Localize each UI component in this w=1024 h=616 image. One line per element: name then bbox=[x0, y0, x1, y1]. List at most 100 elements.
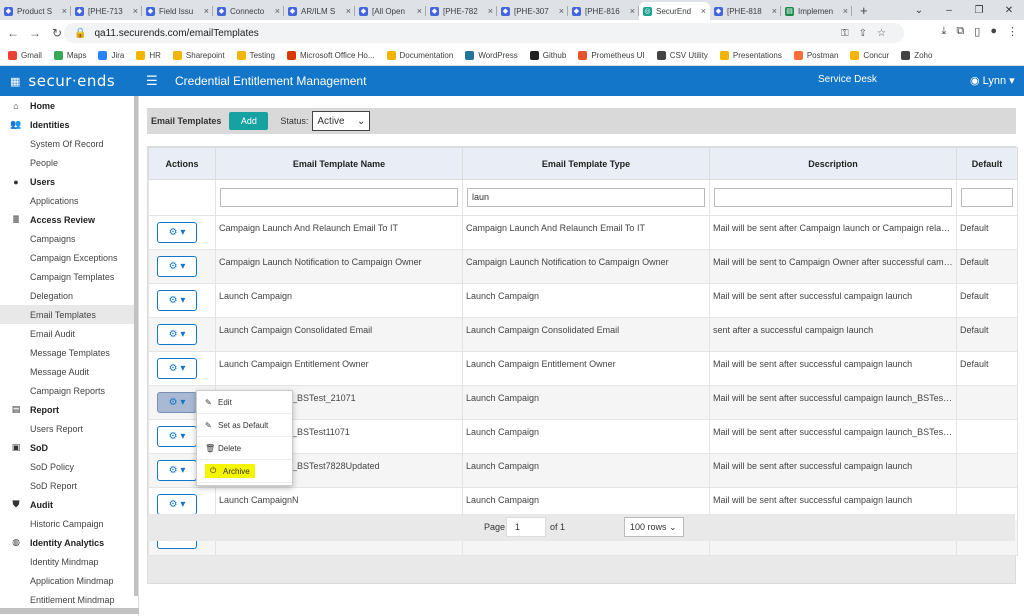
col-template-name[interactable]: Email Template Name bbox=[215, 147, 463, 180]
menu-item-delete[interactable]: 🗑 Delete bbox=[197, 437, 292, 460]
browser-tab[interactable]: ◆ Field Issu × bbox=[142, 2, 213, 20]
row-actions-button[interactable]: ⚙ ▾ bbox=[157, 494, 197, 515]
address-bar[interactable]: 🔒 qa11.securends.com/emailTemplates ⚿⇪☆ bbox=[64, 23, 904, 43]
col-template-type[interactable]: Email Template Type bbox=[462, 147, 710, 180]
bookmark-item[interactable]: Gmail bbox=[8, 51, 42, 60]
key-icon[interactable]: ⚿ bbox=[841, 28, 859, 39]
row-actions-button[interactable]: ⚙ ▾ bbox=[157, 222, 197, 243]
sidebar-item-identity-analytics[interactable]: ◍ Identity Analytics bbox=[0, 533, 138, 552]
bookmark-item[interactable]: Presentations bbox=[719, 51, 782, 60]
browser-tab[interactable]: ◆ [PHE-816 × bbox=[568, 2, 639, 20]
bookmark-item[interactable]: HR bbox=[136, 51, 161, 60]
close-tab-icon[interactable]: × bbox=[417, 6, 422, 16]
browser-tab[interactable]: ◆ Product S × bbox=[0, 2, 71, 20]
extensions-icon[interactable]: ⧉ bbox=[956, 25, 964, 38]
browser-tab[interactable]: ◆ AR/ILM S × bbox=[284, 2, 355, 20]
row-actions-button[interactable]: ⚙ ▾ bbox=[157, 426, 197, 447]
browser-tab[interactable]: ◆ [PHE-818 × bbox=[710, 2, 781, 20]
close-tab-icon[interactable]: × bbox=[701, 6, 706, 16]
filter-description-input[interactable] bbox=[714, 188, 952, 207]
sidebar-item-home[interactable]: ⌂ Home bbox=[0, 96, 138, 115]
sidebar-item-email-templates[interactable]: Email Templates bbox=[0, 305, 138, 324]
close-tab-icon[interactable]: × bbox=[133, 6, 138, 16]
minimize-icon[interactable]: – bbox=[934, 5, 964, 16]
sidebar-item-system-of-record[interactable]: System Of Record bbox=[0, 134, 138, 153]
close-tab-icon[interactable]: × bbox=[346, 6, 351, 16]
browser-tab[interactable]: ◆ Connecto × bbox=[213, 2, 284, 20]
menu-item-archive[interactable]: ⏻ Archive bbox=[197, 460, 292, 483]
sidebar-item-sod-report[interactable]: SoD Report bbox=[0, 476, 138, 495]
sidebar-item-users[interactable]: ● Users bbox=[0, 172, 138, 191]
row-actions-button[interactable]: ⚙ ▾ bbox=[157, 324, 197, 345]
bookmark-item[interactable]: Concur bbox=[850, 51, 889, 60]
download-icon[interactable]: ⤓ bbox=[942, 25, 947, 38]
bookmark-item[interactable]: Microsoft Office Ho... bbox=[286, 51, 375, 60]
sidebar-item-delegation[interactable]: Delegation bbox=[0, 286, 138, 305]
row-actions-button[interactable]: ⚙ ▾ bbox=[157, 290, 197, 311]
close-tab-icon[interactable]: × bbox=[275, 6, 280, 16]
user-menu[interactable]: ◉ Lynn ▾ bbox=[970, 74, 1015, 87]
col-description[interactable]: Description bbox=[709, 147, 957, 180]
sidebar-item-identity-mindmap[interactable]: Identity Mindmap bbox=[0, 552, 138, 571]
sidebar-item-users-report[interactable]: Users Report bbox=[0, 419, 138, 438]
page-input[interactable]: 1 bbox=[506, 517, 546, 537]
browser-tab[interactable]: ◆ [All Open × bbox=[355, 2, 426, 20]
bookmark-item[interactable]: Documentation bbox=[386, 51, 453, 60]
bookmark-item[interactable]: Github bbox=[529, 51, 566, 60]
bookmark-item[interactable]: Zoho bbox=[901, 51, 932, 60]
bookmark-item[interactable]: Jira bbox=[98, 51, 124, 60]
sidebar-horizontal-scrollbar[interactable] bbox=[0, 608, 139, 614]
sidebar-item-message-audit[interactable]: Message Audit bbox=[0, 362, 138, 381]
browser-tab[interactable]: ◆ [PHE-782 × bbox=[426, 2, 497, 20]
bookmark-item[interactable]: Testing bbox=[236, 51, 275, 60]
menu-icon[interactable]: ⋮ bbox=[1007, 25, 1018, 38]
sidebar-item-identities[interactable]: 👥 Identities bbox=[0, 115, 138, 134]
close-tab-icon[interactable]: × bbox=[772, 6, 777, 16]
tab-search-icon[interactable]: ⌄ bbox=[904, 5, 934, 16]
sidebar-item-campaigns[interactable]: Campaigns bbox=[0, 229, 138, 248]
bookmark-item[interactable]: Postman bbox=[793, 51, 838, 60]
sidebar-item-applications[interactable]: Applications bbox=[0, 191, 138, 210]
bookmark-item[interactable]: Sharepoint bbox=[172, 51, 225, 60]
add-button[interactable]: Add bbox=[229, 112, 269, 130]
hamburger-icon[interactable]: ☰ bbox=[146, 73, 158, 89]
sidebar-item-campaign-templates[interactable]: Campaign Templates bbox=[0, 267, 138, 286]
browser-tab[interactable]: ◎ SecurEnd × bbox=[639, 2, 710, 20]
sidebar-item-historic-campaign[interactable]: Historic Campaign bbox=[0, 514, 138, 533]
sidebar-item-campaign-reports[interactable]: Campaign Reports bbox=[0, 381, 138, 400]
browser-tab[interactable]: ◆ [PHE-713 × bbox=[71, 2, 142, 20]
bookmark-item[interactable]: Prometheus UI bbox=[578, 51, 645, 60]
filter-name-input[interactable] bbox=[220, 188, 458, 207]
filter-type-input[interactable]: laun bbox=[467, 188, 705, 207]
close-tab-icon[interactable]: × bbox=[204, 6, 209, 16]
sidebar-item-report[interactable]: ▤ Report bbox=[0, 400, 138, 419]
close-window-icon[interactable]: ✕ bbox=[994, 5, 1024, 16]
close-tab-icon[interactable]: × bbox=[488, 6, 493, 16]
service-desk-link[interactable]: Service Desk bbox=[818, 74, 877, 85]
browser-tab[interactable]: ◆ [PHE-307 × bbox=[497, 2, 568, 20]
sidebar-item-sod[interactable]: ▣ SoD bbox=[0, 438, 138, 457]
lock-icon[interactable]: 🔒 bbox=[74, 28, 86, 39]
sidebar-item-sod-policy[interactable]: SoD Policy bbox=[0, 457, 138, 476]
star-icon[interactable]: ☆ bbox=[877, 28, 896, 39]
sidebar-item-audit[interactable]: ⛊ Audit bbox=[0, 495, 138, 514]
sidebar-item-entitlement-mindmap[interactable]: Entitlement Mindmap bbox=[0, 590, 138, 609]
filter-default-input[interactable] bbox=[961, 188, 1013, 207]
sidebar-item-campaign-exceptions[interactable]: Campaign Exceptions bbox=[0, 248, 138, 267]
new-tab-icon[interactable]: + bbox=[852, 2, 876, 20]
close-tab-icon[interactable]: × bbox=[62, 6, 67, 16]
sidebar-item-message-templates[interactable]: Message Templates bbox=[0, 343, 138, 362]
back-icon[interactable]: ← bbox=[4, 26, 22, 40]
sidebar-item-application-mindmap[interactable]: Application Mindmap bbox=[0, 571, 138, 590]
bookmark-item[interactable]: WordPress bbox=[465, 51, 518, 60]
apps-grid-icon[interactable]: ▦ bbox=[10, 75, 20, 88]
row-actions-button[interactable]: ⚙ ▾ bbox=[157, 358, 197, 379]
restore-icon[interactable]: ❐ bbox=[964, 5, 994, 16]
sidepanel-icon[interactable]: ▯ bbox=[974, 25, 980, 38]
rows-per-page-select[interactable]: 100 rows ⌄ bbox=[624, 517, 684, 537]
profile-icon[interactable]: ● bbox=[990, 25, 997, 38]
sidebar-item-people[interactable]: People bbox=[0, 153, 138, 172]
close-tab-icon[interactable]: × bbox=[559, 6, 564, 16]
close-tab-icon[interactable]: × bbox=[630, 6, 635, 16]
close-tab-icon[interactable]: × bbox=[843, 6, 848, 16]
